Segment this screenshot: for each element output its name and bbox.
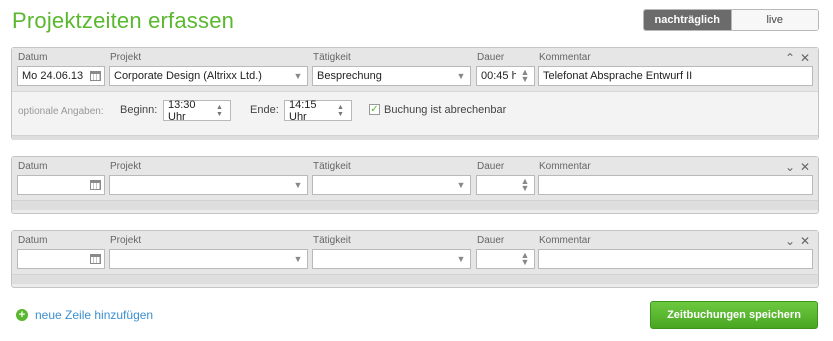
projekt-select[interactable]: ▼ [109, 175, 308, 195]
ende-field[interactable]: 14:15 Uhr ▲ ▼ [284, 99, 352, 123]
billable-label: Buchung ist abrechenbar [384, 104, 507, 116]
chevron-down-icon: ▼ [456, 71, 466, 81]
datum-label: Datum [18, 52, 48, 63]
time-entry-row-3: Datum Projekt Tätigkeit Dauer Kommentar … [11, 230, 819, 288]
dauer-stepper[interactable]: ▲ ▼ [476, 249, 535, 269]
datum-label: Datum [18, 161, 48, 172]
calendar-icon[interactable] [86, 250, 104, 268]
kommentar-label: Kommentar [539, 235, 591, 246]
dauer-stepper[interactable]: 00:45 h ▲ ▼ [476, 66, 535, 86]
kommentar-field[interactable] [538, 175, 813, 195]
chevron-down-icon: ▼ [456, 254, 466, 264]
optional-fields: optionale Angaben: Beginn: 13:30 Uhr ▲ ▼ … [12, 91, 818, 135]
stepper-arrows-icon[interactable]: ▲ ▼ [216, 104, 230, 118]
stepper-arrows-icon[interactable]: ▲ ▼ [516, 250, 534, 268]
kommentar-label: Kommentar [539, 161, 591, 172]
save-button[interactable]: Zeitbuchungen speichern [650, 301, 818, 329]
time-entry-row-1: Datum Projekt Tätigkeit Dauer Kommentar … [11, 47, 819, 140]
dauer-stepper[interactable]: ▲ ▼ [476, 175, 535, 195]
taetigkeit-label: Tätigkeit [313, 161, 351, 172]
projekt-label: Projekt [110, 235, 142, 246]
add-row-label: neue Zeile hinzufügen [35, 308, 154, 322]
chevron-down-icon: ▼ [293, 71, 303, 81]
close-icon[interactable]: ✕ [800, 234, 810, 248]
page-title: Projektzeiten erfassen [12, 8, 235, 33]
beginn-field[interactable]: 13:30 Uhr ▲ ▼ [163, 99, 231, 123]
projekt-label: Projekt [110, 52, 142, 63]
taetigkeit-select[interactable]: ▼ [312, 175, 471, 195]
expand-icon[interactable]: ⌄ [785, 160, 795, 174]
stepper-arrows-icon[interactable]: ▲ ▼ [516, 67, 534, 85]
calendar-icon[interactable] [86, 67, 104, 85]
collapse-icon[interactable]: ⌃ [785, 51, 795, 65]
billable-checkbox[interactable]: ✓ [369, 104, 380, 115]
taetigkeit-label: Tätigkeit [313, 52, 351, 63]
stepper-arrows-icon[interactable]: ▲ ▼ [337, 104, 351, 118]
ende-label: Ende: [250, 104, 279, 116]
mode-toggle: nachträglich live [643, 9, 819, 31]
taetigkeit-label: Tätigkeit [313, 235, 351, 246]
chevron-down-icon: ▼ [293, 254, 303, 264]
stepper-arrows-icon[interactable]: ▲ ▼ [516, 176, 534, 194]
calendar-icon[interactable] [86, 176, 104, 194]
taetigkeit-select[interactable]: Besprechung ▼ [312, 66, 471, 86]
add-row-link[interactable]: + neue Zeile hinzufügen [16, 308, 153, 322]
datum-field[interactable] [17, 175, 105, 195]
chevron-down-icon: ▼ [456, 180, 466, 190]
projekt-select[interactable]: Corporate Design (Altrixx Ltd.) ▼ [109, 66, 308, 86]
datum-field[interactable] [17, 249, 105, 269]
optional-label: optionale Angaben: [18, 106, 104, 117]
kommentar-label: Kommentar [539, 52, 591, 63]
time-entry-row-2: Datum Projekt Tätigkeit Dauer Kommentar … [11, 156, 819, 214]
datum-field[interactable]: Mo 24.06.13 [17, 66, 105, 86]
dauer-label: Dauer [477, 235, 505, 246]
close-icon[interactable]: ✕ [800, 51, 810, 65]
kommentar-field[interactable]: Telefonat Absprache Entwurf II [538, 66, 813, 86]
projekt-select[interactable]: ▼ [109, 249, 308, 269]
dauer-label: Dauer [477, 52, 505, 63]
chevron-down-icon: ▼ [293, 180, 303, 190]
projekt-label: Projekt [110, 161, 142, 172]
beginn-label: Beginn: [120, 104, 158, 116]
close-icon[interactable]: ✕ [800, 160, 810, 174]
datum-label: Datum [18, 235, 48, 246]
expand-icon[interactable]: ⌄ [785, 234, 795, 248]
taetigkeit-select[interactable]: ▼ [312, 249, 471, 269]
kommentar-field[interactable] [538, 249, 813, 269]
mode-live-button[interactable]: live [730, 10, 818, 30]
dauer-label: Dauer [477, 161, 505, 172]
plus-icon: + [16, 309, 28, 321]
mode-nachtraeglich-button[interactable]: nachträglich [644, 10, 731, 30]
